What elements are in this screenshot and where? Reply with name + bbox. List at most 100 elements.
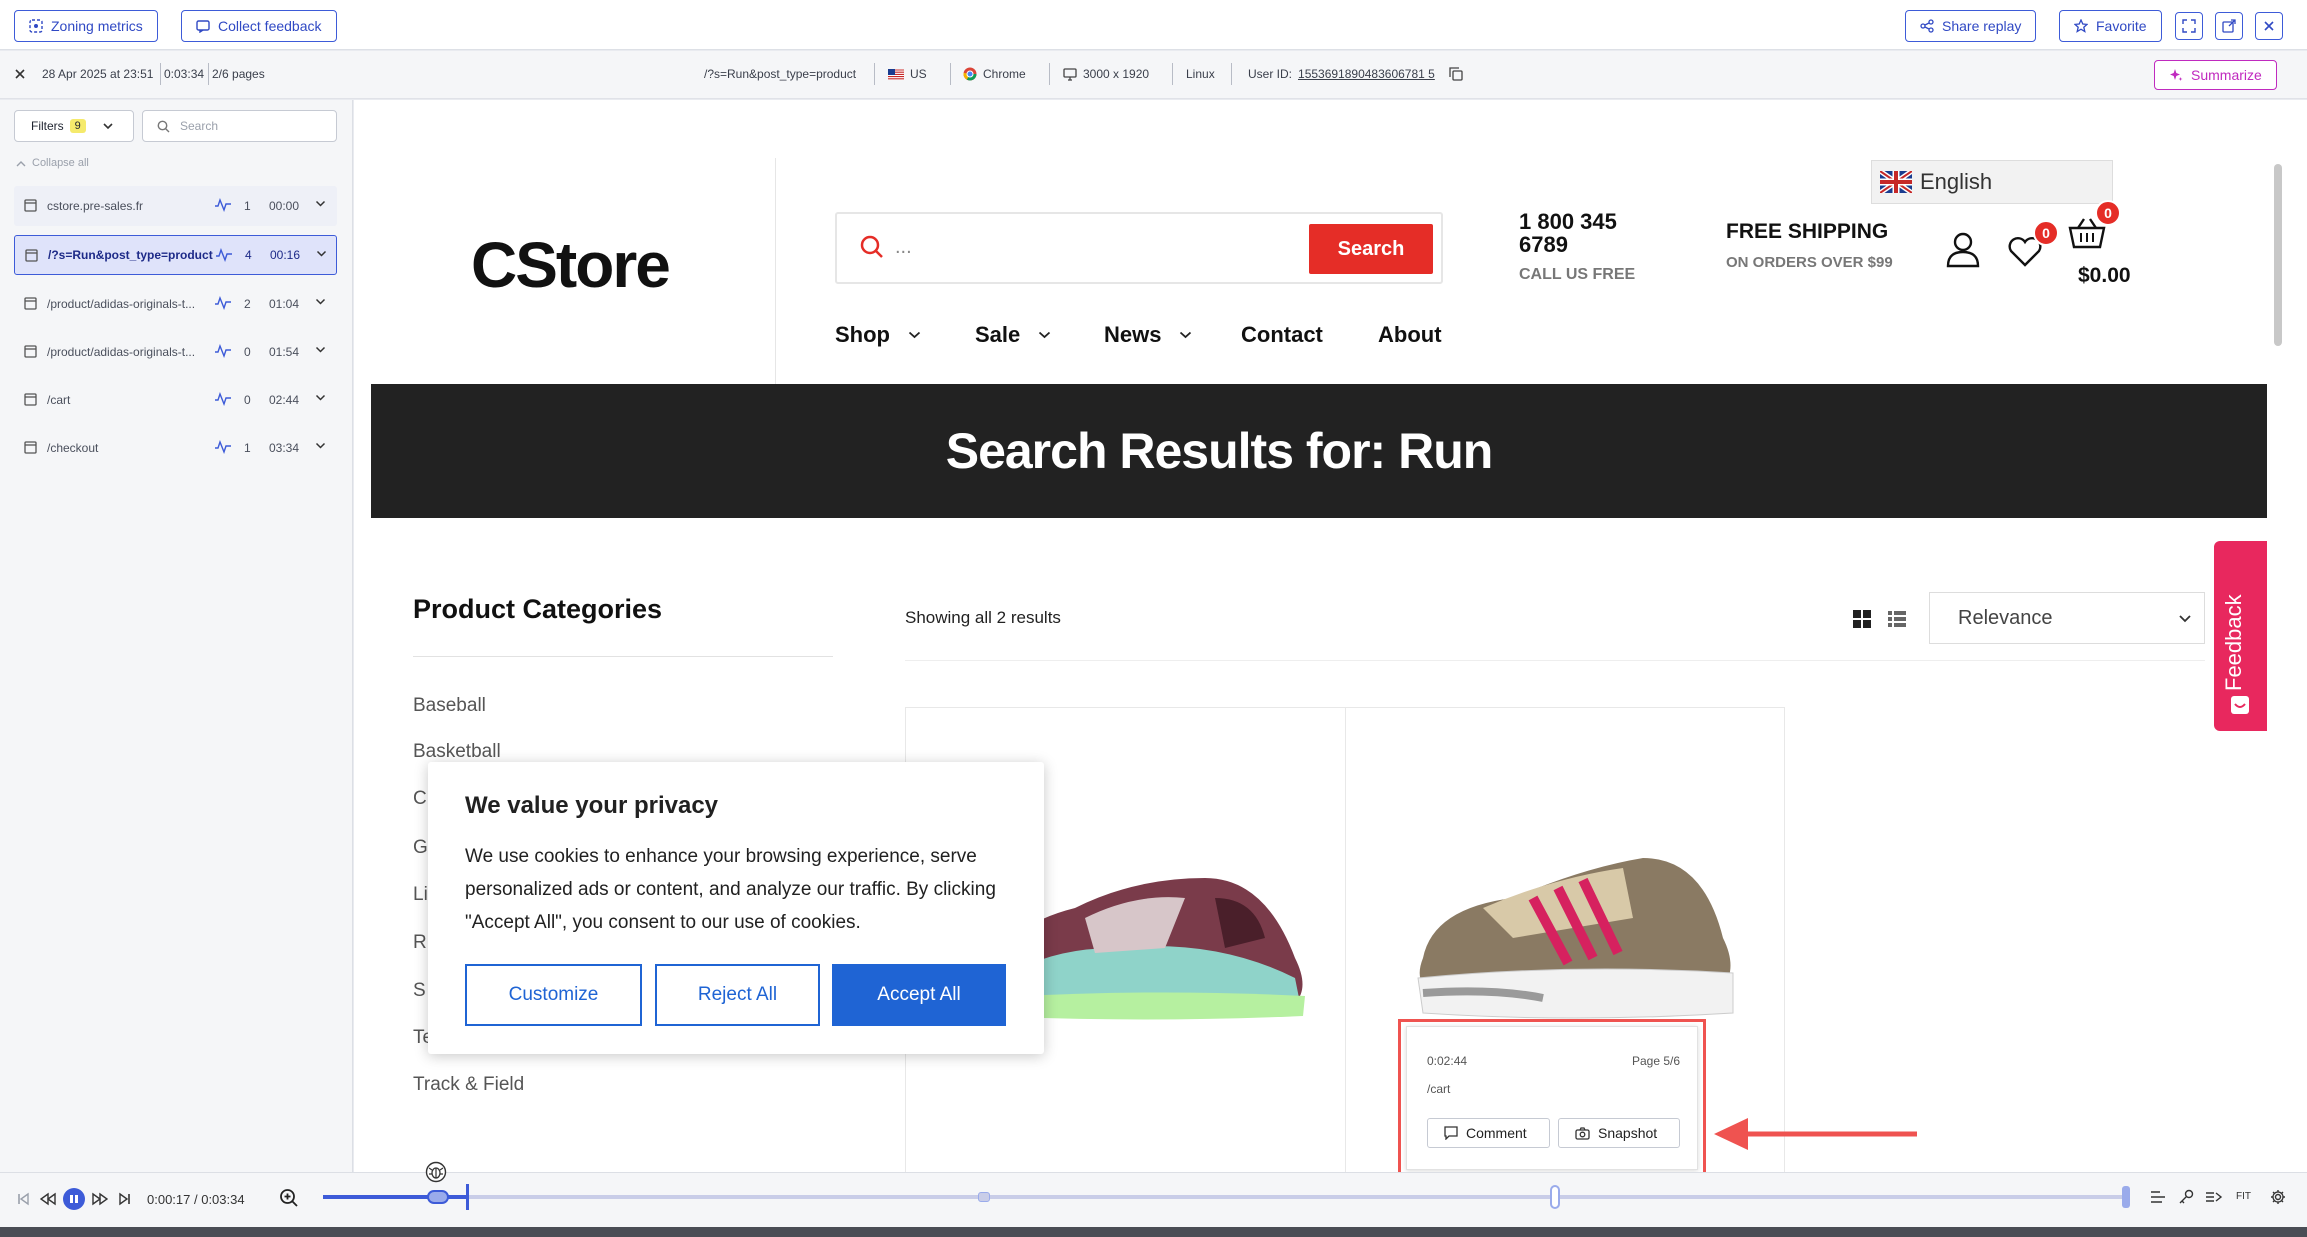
chevron-down-icon[interactable] (315, 442, 326, 450)
time-display: 0:00:17 / 0:03:34 (147, 1192, 245, 1207)
page-list-item[interactable]: /?s=Run&post_type=product 4 00:16 (14, 235, 337, 275)
uk-flag-icon (1880, 171, 1912, 193)
divider (208, 63, 209, 85)
divider (950, 63, 951, 85)
open-external-button[interactable] (2215, 12, 2243, 40)
timeline-end-marker[interactable] (2122, 1186, 2130, 1208)
site-search-input[interactable]: ... (895, 236, 912, 259)
chevron-down-icon[interactable] (315, 298, 326, 306)
page-list-item[interactable]: cstore.pre-sales.fr 1 00:00 (14, 186, 337, 226)
category-link[interactable]: Track & Field (413, 1074, 524, 1096)
key-icon[interactable] (2178, 1189, 2194, 1205)
category-link[interactable]: C (413, 788, 427, 810)
divider (1231, 63, 1232, 85)
bug-marker-icon[interactable] (425, 1161, 447, 1183)
category-link[interactable]: Baseball (413, 695, 486, 717)
favorite-label: Favorite (2096, 18, 2147, 34)
playhead[interactable] (466, 1184, 469, 1210)
list-view-icon[interactable] (1888, 610, 1906, 628)
chevron-down-icon[interactable] (315, 394, 326, 402)
skip-inactivity-icon[interactable] (2205, 1190, 2223, 1204)
activity-icon (215, 296, 231, 310)
page-path: /checkout (47, 441, 99, 455)
close-session-button[interactable] (14, 67, 26, 85)
timeline-track[interactable] (323, 1195, 2130, 1199)
fast-forward-icon[interactable] (92, 1192, 108, 1206)
grid-view-icon[interactable] (1853, 610, 1871, 628)
page-list-item[interactable]: /cart 0 02:44 (14, 380, 337, 420)
page-list-item[interactable]: /product/adidas-originals-t... 0 01:54 (14, 332, 337, 372)
collapse-all-button[interactable]: Collapse all (16, 157, 89, 169)
popover-path: /cart (1427, 1082, 1451, 1096)
pause-button[interactable] (63, 1188, 85, 1210)
account-icon[interactable] (1946, 232, 1980, 268)
site-nav-item[interactable]: Contact (1241, 322, 1323, 348)
close-replay-button[interactable] (2255, 12, 2283, 40)
filters-dropdown[interactable]: Filters 9 (14, 110, 134, 142)
collect-feedback-button[interactable]: Collect feedback (181, 10, 337, 42)
cookie-accept-button[interactable]: Accept All (832, 964, 1006, 1026)
product-image-shoe[interactable] (1393, 828, 1753, 1028)
cookie-reject-button[interactable]: Reject All (655, 964, 820, 1026)
popover-comment-button[interactable]: Comment (1427, 1118, 1550, 1148)
site-nav-item[interactable]: About (1378, 322, 1442, 348)
timeline-hover-handle[interactable] (1550, 1185, 1560, 1209)
category-link[interactable]: S (413, 980, 426, 1002)
user-id-link[interactable]: 1553691890483606781 5 (1298, 67, 1435, 81)
zoom-in-icon[interactable] (279, 1188, 299, 1208)
cookie-customize-button[interactable]: Customize (465, 964, 642, 1026)
settings-gear-icon[interactable] (2270, 1189, 2286, 1205)
page-event-count: 1 (244, 199, 251, 213)
timeline-page-marker[interactable] (978, 1192, 990, 1202)
collapse-all-label: Collapse all (32, 157, 89, 169)
chevron-down-icon[interactable] (315, 346, 326, 354)
zoning-metrics-label: Zoning metrics (51, 18, 143, 34)
fit-button[interactable]: FIT (2236, 1191, 2251, 1202)
page-event-count: 0 (244, 393, 251, 407)
favorite-button[interactable]: Favorite (2059, 10, 2162, 42)
divider (1049, 63, 1050, 85)
zoning-metrics-button[interactable]: Zoning metrics (14, 10, 158, 42)
cookie-title: We value your privacy (465, 792, 719, 819)
category-link[interactable]: R (413, 932, 427, 954)
us-flag-icon (888, 68, 904, 80)
fullscreen-button[interactable] (2175, 12, 2203, 40)
page-path: /product/adidas-originals-t... (47, 297, 196, 311)
camera-icon (1575, 1126, 1590, 1140)
page-time: 02:44 (269, 393, 300, 407)
summarize-button[interactable]: Summarize (2154, 60, 2277, 90)
sort-select[interactable]: Relevance (1929, 592, 2205, 644)
chevron-down-icon[interactable] (316, 250, 327, 258)
skip-start-icon[interactable] (16, 1192, 30, 1206)
session-url: /?s=Run&post_type=product (704, 67, 857, 81)
results-divider (905, 660, 2205, 661)
category-link[interactable]: Li (413, 884, 428, 906)
popover-snapshot-button[interactable]: Snapshot (1558, 1118, 1680, 1148)
feedback-side-tab[interactable]: Feedback (2214, 541, 2267, 731)
category-link[interactable]: Basketball (413, 741, 501, 763)
search-input[interactable]: Search (142, 110, 337, 142)
page-event-count: 2 (244, 297, 251, 311)
copy-icon[interactable] (1449, 67, 1463, 81)
timeline-popover (1406, 1026, 1698, 1170)
summarize-label: Summarize (2191, 67, 2262, 83)
accept-label: Accept All (877, 984, 961, 1005)
chevron-down-icon[interactable] (315, 200, 326, 208)
site-nav-item[interactable]: News (1104, 322, 1192, 348)
skip-end-icon[interactable] (118, 1192, 132, 1206)
events-list-icon[interactable] (2150, 1190, 2166, 1204)
language-selector[interactable]: English (1871, 160, 2113, 204)
rewind-icon[interactable] (40, 1192, 56, 1206)
site-logo[interactable]: CStore (471, 228, 671, 302)
page-list-item[interactable]: /product/adidas-originals-t... 2 01:04 (14, 284, 337, 324)
timeline-event-marker[interactable] (427, 1190, 449, 1204)
expand-icon (2182, 19, 2196, 33)
site-scrollbar-thumb[interactable] (2274, 164, 2282, 346)
site-search-button[interactable]: Search (1309, 224, 1433, 274)
category-link[interactable]: G (413, 837, 428, 859)
page-list-item[interactable]: /checkout 1 03:34 (14, 428, 337, 468)
share-replay-button[interactable]: Share replay (1905, 10, 2037, 42)
site-nav-item[interactable]: Shop (835, 322, 921, 348)
site-nav-item[interactable]: Sale (975, 322, 1051, 348)
monitor-icon (1063, 67, 1077, 81)
